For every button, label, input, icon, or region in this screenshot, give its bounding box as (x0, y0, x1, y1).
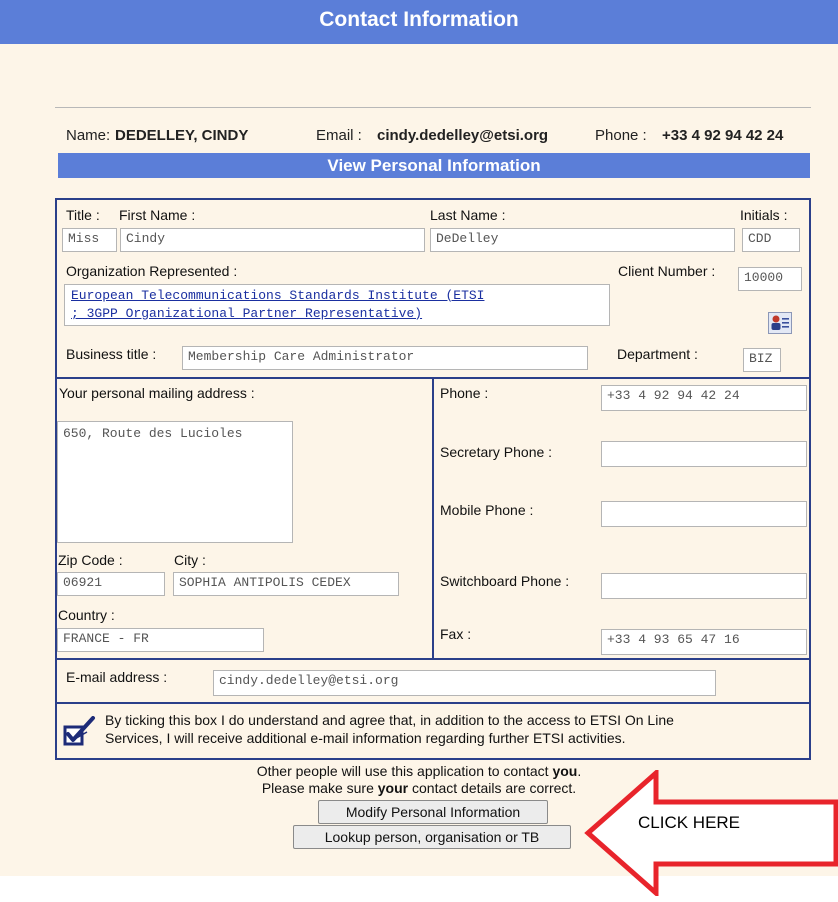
city-label: City : (174, 552, 206, 568)
summary-name-value: DEDELLEY, CINDY (115, 127, 249, 144)
agreement-text: By ticking this box I do understand and … (105, 711, 805, 747)
initials-label: Initials : (740, 207, 788, 223)
fax-label: Fax : (440, 626, 472, 642)
business-title-field[interactable]: Membership Care Administrator (182, 346, 588, 370)
department-label: Department : (617, 346, 698, 362)
zip-code-field[interactable]: 06921 (57, 572, 165, 596)
switchboard-phone-field[interactable] (601, 573, 807, 599)
title-field[interactable]: Miss (62, 228, 117, 252)
note-1-bold: you (552, 763, 578, 779)
last-name-field[interactable]: DeDelley (430, 228, 735, 252)
mailing-address-field[interactable]: 650, Route des Lucioles (57, 421, 293, 543)
checkbox-checked-icon[interactable] (63, 716, 96, 748)
summary-phone-label: Phone : (595, 127, 647, 144)
switchboard-phone-label: Switchboard Phone : (440, 573, 570, 589)
organization-link-line-1[interactable]: European Telecommunications Standards In… (71, 287, 603, 305)
agreement-line-2: Services, I will receive additional e-ma… (105, 730, 626, 746)
view-personal-information-bar[interactable]: View Personal Information (58, 153, 810, 178)
city-field[interactable]: SOPHIA ANTIPOLIS CEDEX (173, 572, 399, 596)
view-personal-information-label: View Personal Information (327, 156, 541, 175)
note-2-suffix: contact details are correct. (408, 780, 577, 796)
phone-label: Phone : (440, 385, 489, 401)
page-title: Contact Information (319, 8, 519, 31)
mobile-phone-label: Mobile Phone : (440, 502, 534, 518)
email-field[interactable]: cindy.dedelley@etsi.org (213, 670, 716, 696)
contact-card-icon[interactable] (768, 312, 792, 334)
phone-field[interactable]: +33 4 92 94 42 24 (601, 385, 807, 411)
organization-link-box[interactable]: European Telecommunications Standards In… (64, 284, 610, 326)
click-here-label: CLICK HERE (638, 813, 741, 832)
client-number-label: Client Number : (618, 263, 716, 279)
note-1-suffix: . (577, 763, 582, 779)
summary-phone-value: +33 4 92 94 42 24 (662, 127, 784, 144)
last-name-label: Last Name : (430, 207, 506, 223)
organization-link-line-2[interactable]: ; 3GPP Organizational Partner Representa… (71, 305, 603, 323)
business-title-label: Business title : (66, 346, 157, 362)
fax-field[interactable]: +33 4 93 65 47 16 (601, 629, 807, 655)
mailing-address-label: Your personal mailing address : (59, 385, 255, 401)
department-field[interactable]: BIZ (743, 348, 781, 372)
note-2-bold: your (377, 780, 409, 796)
summary-email-value: cindy.dedelley@etsi.org (377, 127, 549, 144)
note-2-prefix: Please make sure (261, 780, 378, 796)
initials-field[interactable]: CDD (742, 228, 800, 252)
summary-name-label: Name: (66, 127, 111, 144)
secretary-phone-label: Secretary Phone : (440, 444, 553, 460)
secretary-phone-field[interactable] (601, 441, 807, 467)
agreement-line-1: By ticking this box I do understand and … (105, 712, 674, 728)
organization-label: Organization Represented : (66, 263, 238, 279)
lookup-button[interactable]: Lookup person, organisation or TB (293, 825, 571, 849)
arrow-left-icon (584, 770, 838, 896)
title-label: Title : (66, 207, 100, 223)
client-number-field[interactable]: 10000 (738, 267, 802, 291)
page-header: Contact Information (0, 0, 838, 44)
summary-email-label: Email : (316, 127, 362, 144)
first-name-label: First Name : (119, 207, 196, 223)
email-label: E-mail address : (66, 669, 168, 685)
country-label: Country : (58, 607, 115, 623)
zip-code-label: Zip Code : (58, 552, 123, 568)
first-name-field[interactable]: Cindy (120, 228, 425, 252)
mobile-phone-field[interactable] (601, 501, 807, 527)
divider (55, 107, 811, 108)
modify-personal-information-button[interactable]: Modify Personal Information (318, 800, 548, 824)
column-divider (432, 379, 434, 658)
note-1-prefix: Other people will use this application t… (256, 763, 553, 779)
section-divider-email (57, 658, 809, 660)
section-divider-agreement (57, 702, 809, 704)
country-field[interactable]: FRANCE - FR (57, 628, 264, 652)
